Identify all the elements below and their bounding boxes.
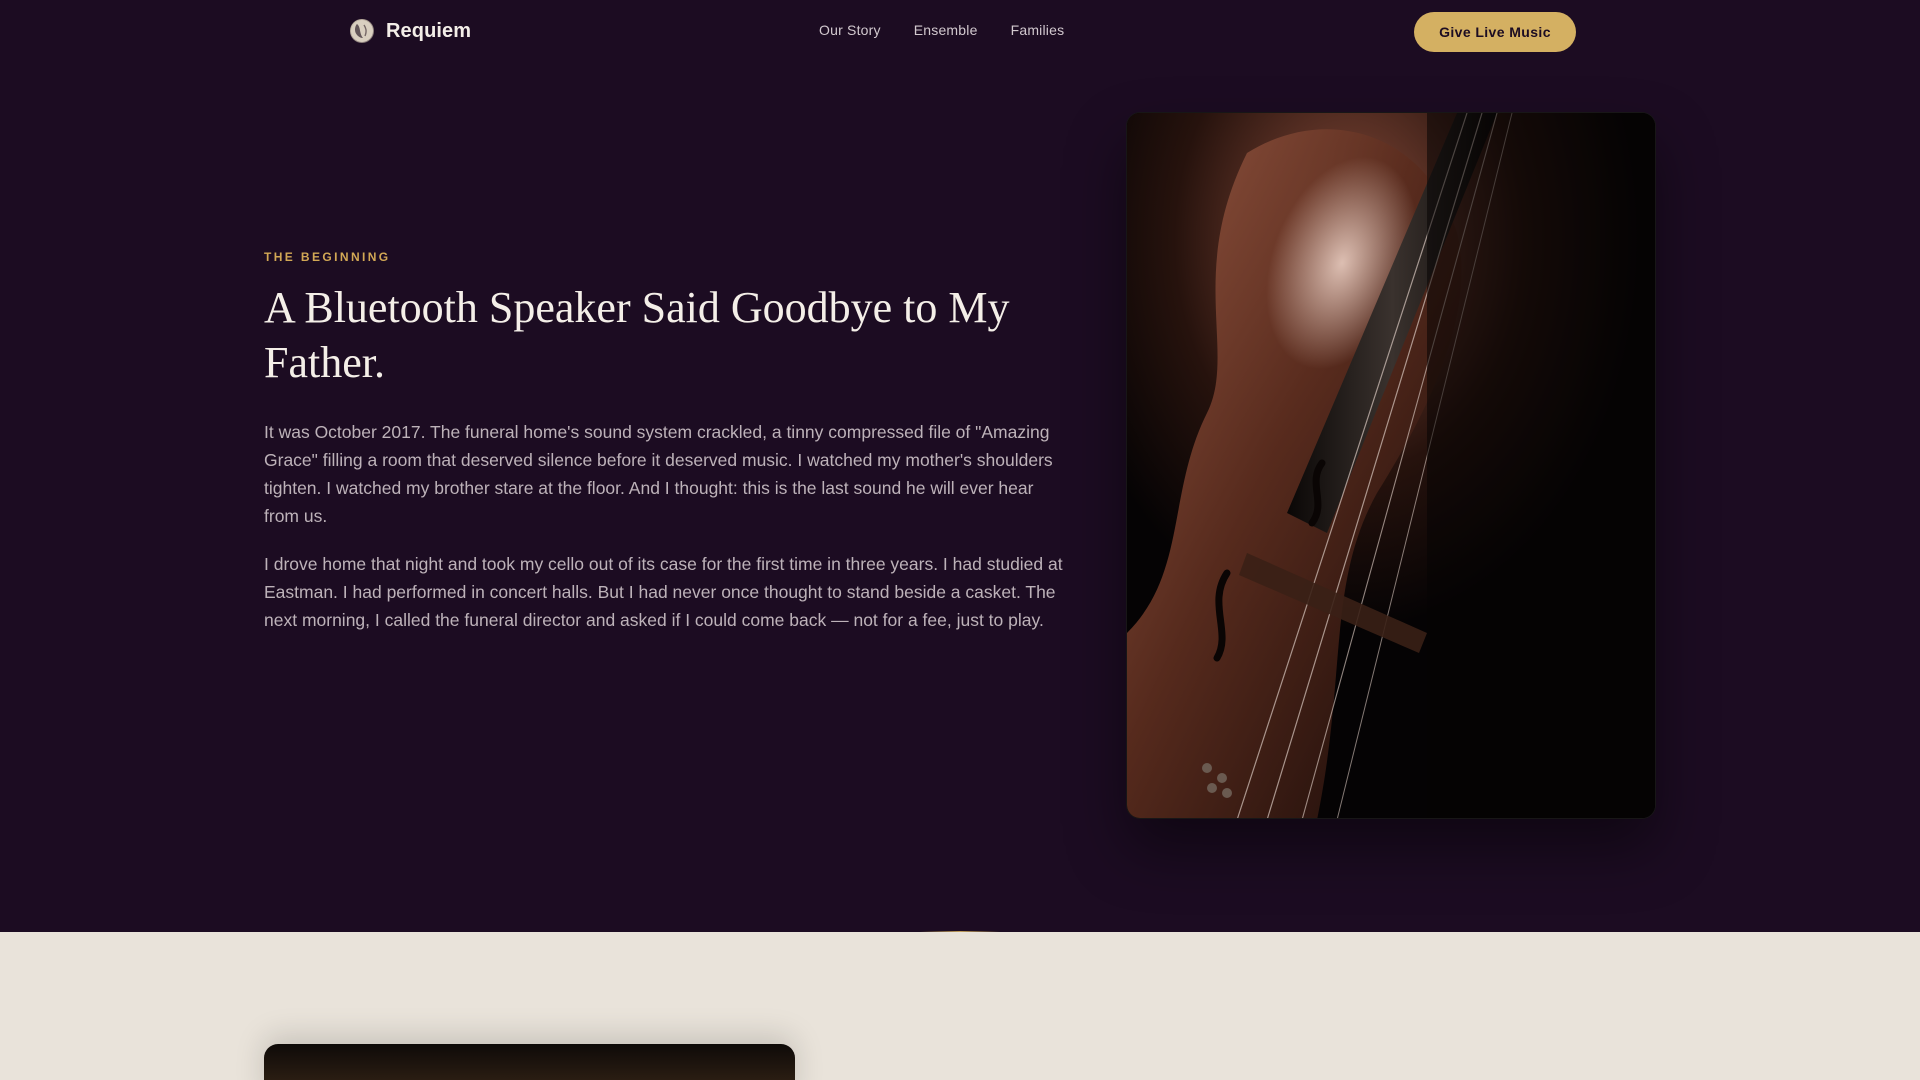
nav-links: Our Story Ensemble Families (819, 22, 1064, 38)
brand[interactable]: Requiem (350, 19, 471, 43)
brand-name: Requiem (386, 19, 472, 42)
nav-link-families[interactable]: Families (1011, 22, 1065, 38)
nav-link-our-story[interactable]: Our Story (819, 22, 881, 38)
lower-section-image (264, 1044, 795, 1080)
hero-headline: A Bluetooth Speaker Said Goodbye to My F… (264, 283, 1010, 387)
cello-photo (1126, 112, 1656, 819)
top-nav: Requiem Our Story Ensemble Families Give… (0, 0, 1920, 64)
cello-illustration (1127, 113, 1655, 818)
section-eyebrow: THE BEGINNING (264, 250, 391, 264)
story-paragraph-2: I drove home that night and took my cell… (264, 554, 1063, 630)
story-paragraph-1: It was October 2017. The funeral home's … (264, 422, 1053, 526)
give-live-music-button[interactable]: Give Live Music (1414, 12, 1576, 52)
nav-link-ensemble[interactable]: Ensemble (914, 22, 978, 38)
moon-icon (350, 19, 374, 43)
